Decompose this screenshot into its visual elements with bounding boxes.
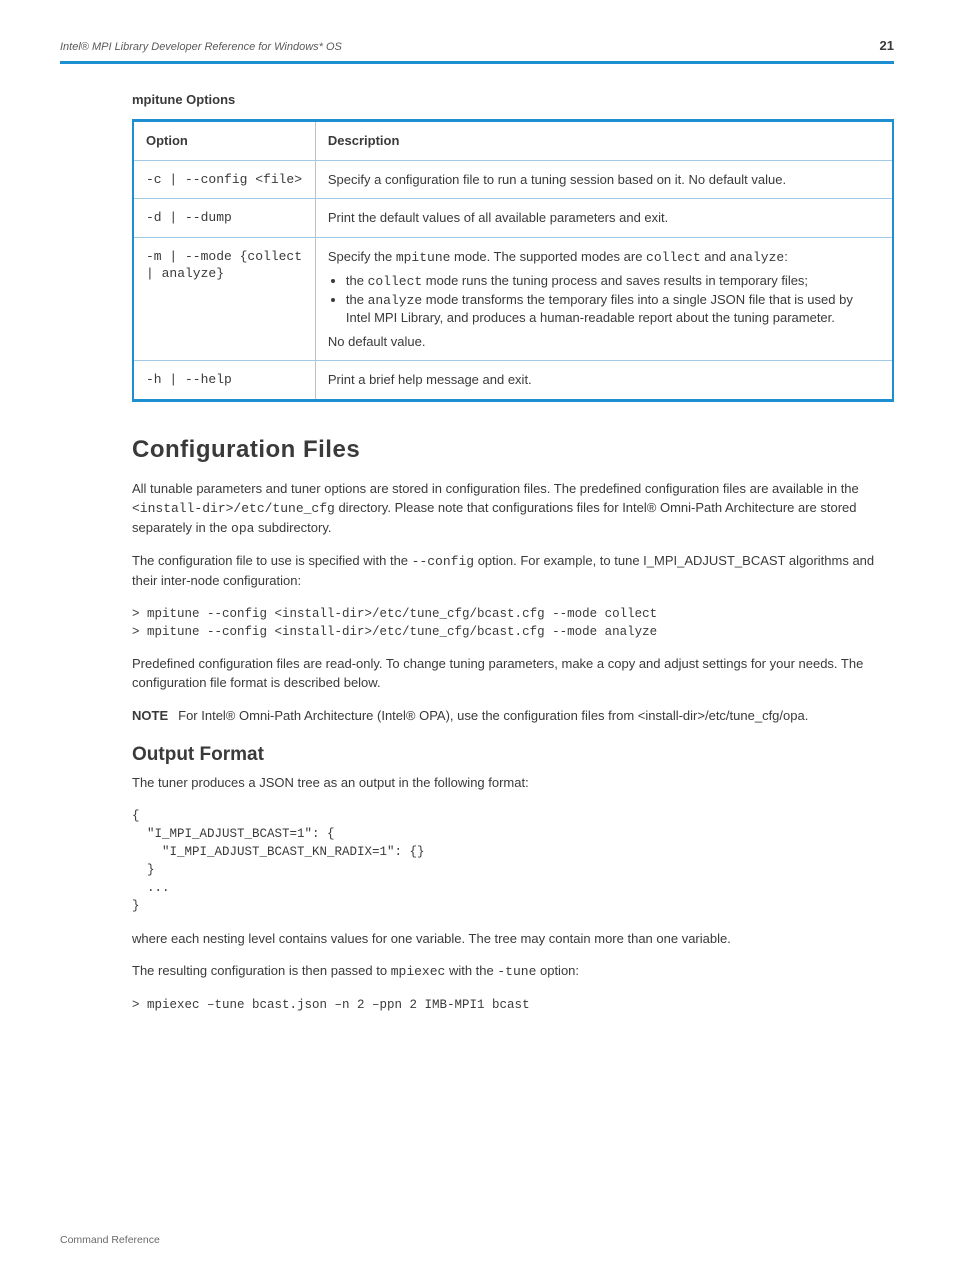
note-block: NOTE For Intel® Omni-Path Architecture (… bbox=[132, 707, 894, 726]
header-page-number: 21 bbox=[880, 38, 894, 53]
section-heading-output-format: Output Format bbox=[132, 744, 894, 766]
header-title: Intel® MPI Library Developer Reference f… bbox=[60, 41, 342, 53]
section-heading-config-files: Configuration Files bbox=[132, 436, 894, 468]
body-paragraph: The resulting configuration is then pass… bbox=[132, 962, 894, 982]
footer-text: Command Reference bbox=[60, 1234, 894, 1246]
table-row: -c | --config <file> Specify a configura… bbox=[133, 160, 893, 199]
list-item: the analyze mode transforms the temporar… bbox=[346, 291, 880, 327]
table-caption: mpitune Options bbox=[132, 92, 894, 107]
table-row: -m | --mode {collect | analyze} Specify … bbox=[133, 237, 893, 361]
note-label: NOTE bbox=[132, 707, 168, 726]
table-row: -h | --help Print a brief help message a… bbox=[133, 361, 893, 401]
note-text: For Intel® Omni-Path Architecture (Intel… bbox=[178, 707, 808, 726]
option-cell: -d | --dump bbox=[133, 199, 315, 238]
option-cell: -c | --config <file> bbox=[133, 160, 315, 199]
body-paragraph: where each nesting level contains values… bbox=[132, 930, 894, 949]
body-paragraph: Predefined configuration files are read-… bbox=[132, 655, 894, 693]
code-block: { "I_MPI_ADJUST_BCAST=1": { "I_MPI_ADJUS… bbox=[132, 807, 894, 916]
option-text: -h | --help bbox=[146, 372, 232, 387]
description-cell: Specify the mpitune mode. The supported … bbox=[315, 237, 893, 361]
body-paragraph: All tunable parameters and tuner options… bbox=[132, 480, 894, 539]
option-cell: -m | --mode {collect | analyze} bbox=[133, 237, 315, 361]
page-header: Intel® MPI Library Developer Reference f… bbox=[60, 38, 894, 61]
description-cell: Specify a configuration file to run a tu… bbox=[315, 160, 893, 199]
table-col-description: Description bbox=[315, 121, 893, 161]
table-col-option: Option bbox=[133, 121, 315, 161]
option-text: -m | --mode {collect | analyze} bbox=[146, 249, 302, 282]
description-cell: Print the default values of all availabl… bbox=[315, 199, 893, 238]
code-block: > mpitune --config <install-dir>/etc/tun… bbox=[132, 605, 894, 641]
body-paragraph: The configuration file to use is specifi… bbox=[132, 552, 894, 591]
table-header-row: Option Description bbox=[133, 121, 893, 161]
table-row: -d | --dump Print the default values of … bbox=[133, 199, 893, 238]
option-text: -d | --dump bbox=[146, 210, 232, 225]
list-item: the collect mode runs the tuning process… bbox=[346, 272, 880, 291]
option-text: -c | --config <file> bbox=[146, 172, 302, 187]
options-table: Option Description -c | --config <file> … bbox=[132, 119, 894, 402]
description-cell: Print a brief help message and exit. bbox=[315, 361, 893, 401]
body-paragraph: The tuner produces a JSON tree as an out… bbox=[132, 774, 894, 793]
code-block: > mpiexec –tune bcast.json –n 2 –ppn 2 I… bbox=[132, 996, 894, 1014]
table-caption-strong: mpitune Options bbox=[132, 92, 235, 107]
option-cell: -h | --help bbox=[133, 361, 315, 401]
